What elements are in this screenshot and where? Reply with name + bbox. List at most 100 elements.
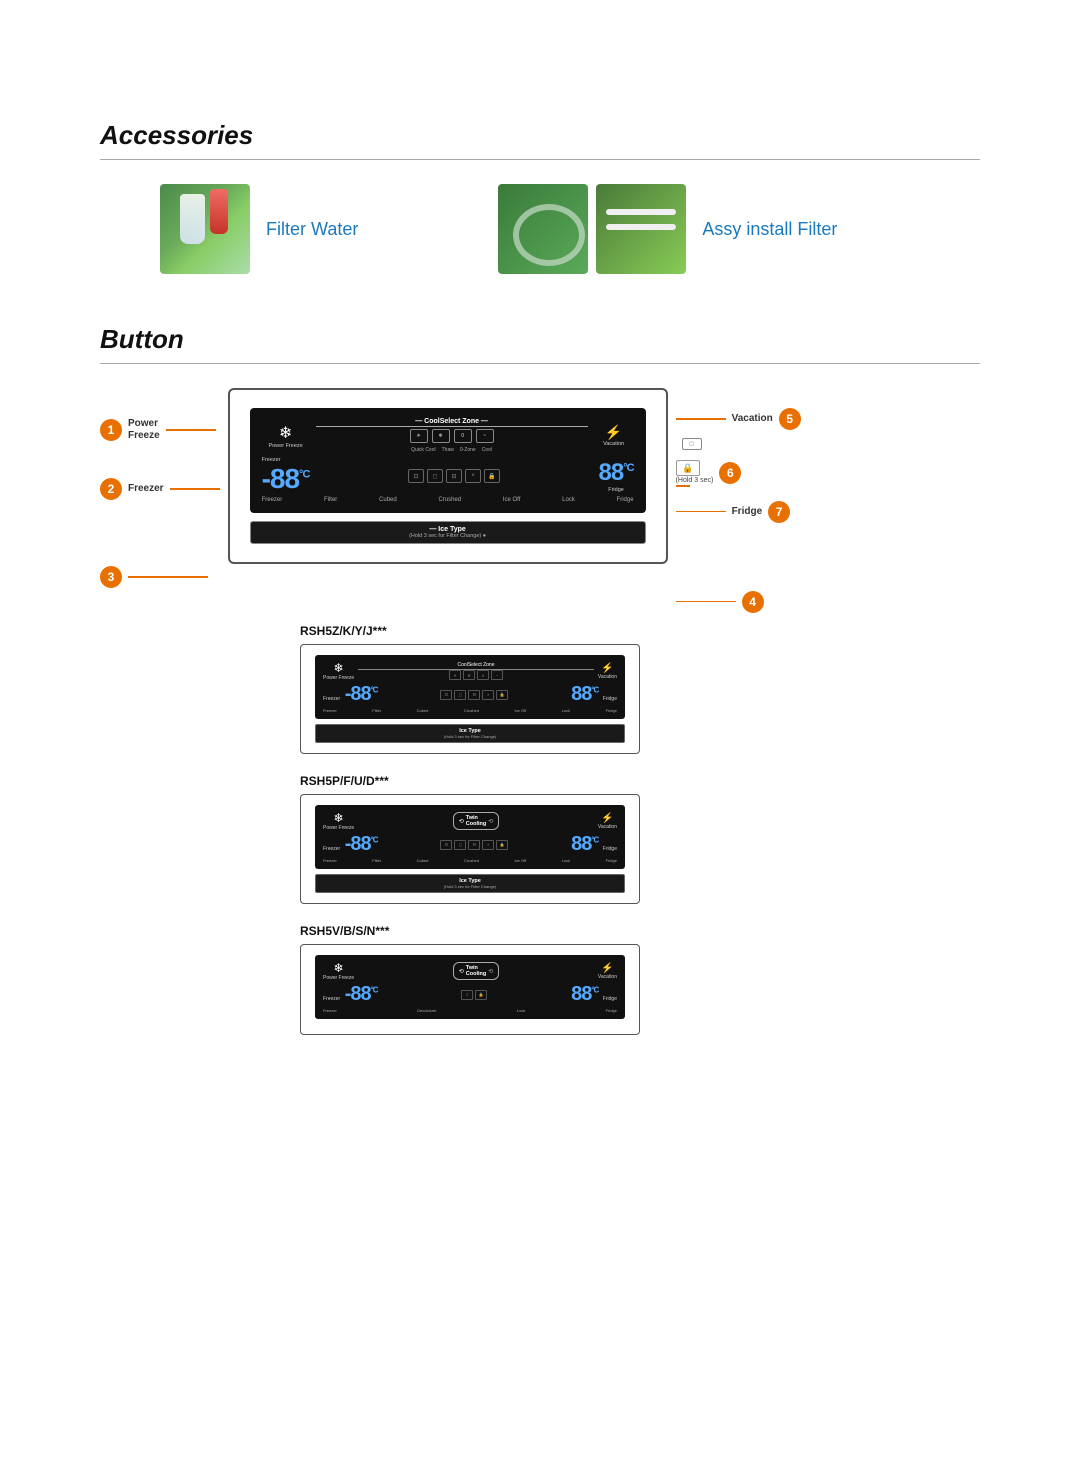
- mini-freezer-text-p: Freezer: [323, 846, 340, 852]
- mini-lock: 🔒: [496, 690, 508, 700]
- mini-panel-rsh5v: ❄ Power Freeze ⟲ TwinCooling ⟲ ⚡: [300, 944, 640, 1035]
- coolselect-icons: ☀ ❄ 0 ~: [410, 429, 494, 443]
- label-6: 🔒 (Hold 3 sec) 6: [676, 460, 801, 487]
- vacation-box: ▢: [682, 438, 702, 450]
- panel-top-row: ❄ Power Freeze — CoolSelect Zone — ☀ ❄ 0: [262, 418, 634, 453]
- mini-pf-label-p: Power Freeze: [323, 825, 354, 831]
- mini-vacation-label-p: Vacation: [598, 824, 617, 830]
- vacation-text: Vacation: [603, 441, 624, 447]
- mini-icon-1: ☀: [449, 670, 461, 680]
- model-rsh5z: RSH5Z/K/Y/J*** ❄ Power Freeze CoolSelect…: [100, 624, 980, 754]
- label-1-text2: Freeze: [128, 430, 160, 442]
- ice-type-label: — Ice Type: [271, 526, 625, 533]
- mini-icon-3: 0: [477, 670, 489, 680]
- power-freeze-label: Power Freeze: [268, 443, 302, 449]
- mini-panel-rsh5p: ❄ Power Freeze ⟲ TwinCooling ⟲ ⚡: [300, 794, 640, 904]
- mini-freezer-sub-p: Freezer: [323, 858, 337, 863]
- mini-labels-row-p: Freezer Filter Cubed Crushed Ice Off Loc…: [323, 858, 617, 863]
- fridge-section: 88°C Fridge: [599, 459, 634, 493]
- button-divider: [100, 363, 980, 364]
- accessories-title: Accessories: [100, 120, 980, 151]
- mini-vacation-icon-v: ⚡: [601, 963, 613, 974]
- mini-fridge-sub-p: Fridge: [606, 858, 617, 863]
- vacation-icon: ⚡: [605, 424, 622, 441]
- num-3: 3: [100, 566, 122, 588]
- mini-ice-sub-p: (Hold 3 sec for Filter Change): [331, 884, 609, 889]
- coolselect-area: — CoolSelect Zone — ☀ ❄ 0 ~ Quick Cool T…: [316, 418, 588, 453]
- mini-pf-p: ❄ Power Freeze: [323, 811, 354, 831]
- twin-c-icon-v: ⟲: [459, 968, 464, 975]
- mini-filter-p: ⊡: [440, 840, 452, 850]
- mini-top-rsh5p: ❄ Power Freeze ⟲ TwinCooling ⟲ ⚡: [323, 811, 617, 831]
- lock-box: 🔒: [676, 460, 700, 476]
- accessory-assy-filter: Assy install Filter: [498, 184, 837, 274]
- accessories-divider: [100, 159, 980, 160]
- mini-ice-type-box: Ice Type (Hold 3 sec for Filter Change): [315, 724, 625, 743]
- num-1: 1: [100, 419, 122, 441]
- fridge-temp-unit: °C: [623, 462, 633, 474]
- right-labels: Vacation 5 ▢ 🔒 (H: [668, 388, 801, 621]
- left-labels: 1 Power Freeze 2 Freezer 3: [100, 388, 228, 624]
- mini-off-p: ×: [482, 840, 494, 850]
- mini-fridge-text: Fridge: [603, 696, 617, 702]
- label-3: 3: [100, 566, 220, 588]
- mini-snowflake-1: ❄: [334, 661, 344, 675]
- cubed-icon: ◻: [427, 469, 443, 483]
- right-panel-extras: ▢: [676, 438, 801, 450]
- mini-deodorizer-sub-v: Deodorizer: [417, 1008, 437, 1013]
- mini-lock-sub-p: Lock: [562, 858, 570, 863]
- mini-coolselect: CoolSelect Zone ☀ ❄ 0 ~: [358, 662, 594, 680]
- snowflake-icon: ❄: [279, 423, 292, 443]
- thaw-sub: Thaw: [442, 447, 454, 453]
- mini-bottom-icons: ⊡ ◻ ⊟ × 🔒: [440, 690, 508, 700]
- 0zone-icon: 0: [454, 429, 472, 443]
- mini-fridge-col: 88°C Fridge: [571, 683, 617, 706]
- fridge-label-bottom: Fridge: [608, 487, 624, 493]
- mini-fridge-col-p: 88°C Fridge: [571, 833, 617, 856]
- power-freeze-area: ❄ Power Freeze: [262, 423, 310, 449]
- model-rsh5p: RSH5P/F/U/D*** ❄ Power Freeze ⟲ TwinCool…: [100, 774, 980, 904]
- mini-freezer-col-v: Freezer -88°C: [323, 983, 378, 1006]
- assy-image-1: [498, 184, 588, 274]
- mini-freezer-temp-v: -88°C: [345, 983, 378, 1005]
- mini-twin-v: ⟲ TwinCooling ⟲: [358, 962, 594, 980]
- label-2: 2 Freezer: [100, 478, 220, 500]
- label-4: 4: [676, 591, 801, 613]
- mini-vacation-label: Vacation: [598, 674, 617, 680]
- cubed-bottom-label: Cubed: [379, 497, 397, 503]
- vacation-right-label: Vacation: [732, 413, 773, 425]
- mini-vacation-label-v: Vacation: [598, 974, 617, 980]
- filter-water-label: Filter Water: [266, 219, 358, 240]
- filter-icon: ⊡: [408, 469, 424, 483]
- twin-cooling-badge-v: ⟲ TwinCooling ⟲: [453, 962, 500, 980]
- label-2-text: Freezer: [128, 483, 164, 495]
- accessories-row: Filter Water Assy install Filter: [100, 184, 980, 274]
- freezer-temp-unit: °C: [299, 469, 309, 481]
- mini-off: ×: [482, 690, 494, 700]
- twin-cooling-badge: ⟲ TwinCooling ⟲: [453, 812, 500, 830]
- mini-fridge-temp-v: 88°C: [571, 983, 598, 1005]
- mini-pf-label-v: Power Freeze: [323, 975, 354, 981]
- model-rsh5v: RSH5V/B/S/N*** ❄ Power Freeze ⟲ TwinCool…: [100, 924, 980, 1035]
- num-6: 6: [719, 462, 741, 484]
- arrow-line-1: [166, 429, 216, 431]
- mini-crushed: ⊟: [468, 690, 480, 700]
- mini-filter: ⊡: [440, 690, 452, 700]
- arrow-line-2: [170, 488, 220, 490]
- mini-iceoff-sub-p: Ice Off: [514, 858, 526, 863]
- mini-vacation-p: ⚡ Vacation: [598, 813, 617, 830]
- twin-c-icon: ⟲: [459, 818, 464, 825]
- mini-fridge-sub-v: Fridge: [606, 1008, 617, 1013]
- mini-deodorizer-v: ≡: [461, 990, 473, 1000]
- num-7: 7: [768, 501, 790, 523]
- hold-label-group: 🔒 (Hold 3 sec): [676, 460, 714, 487]
- mini-cubed-sub-p: Cubed: [417, 858, 429, 863]
- button-title: Button: [100, 324, 980, 355]
- mini-freezer-temp-p: -88°C: [345, 833, 378, 855]
- arrow-4: [676, 601, 736, 603]
- quick-cool-icon: ☀: [410, 429, 428, 443]
- mini-freezer-text: Freezer: [323, 696, 340, 702]
- mini-fridge-text-v: Fridge: [603, 996, 617, 1002]
- lock-icon: 🔒: [484, 469, 500, 483]
- twin-c-icon2: ⟲: [488, 818, 493, 825]
